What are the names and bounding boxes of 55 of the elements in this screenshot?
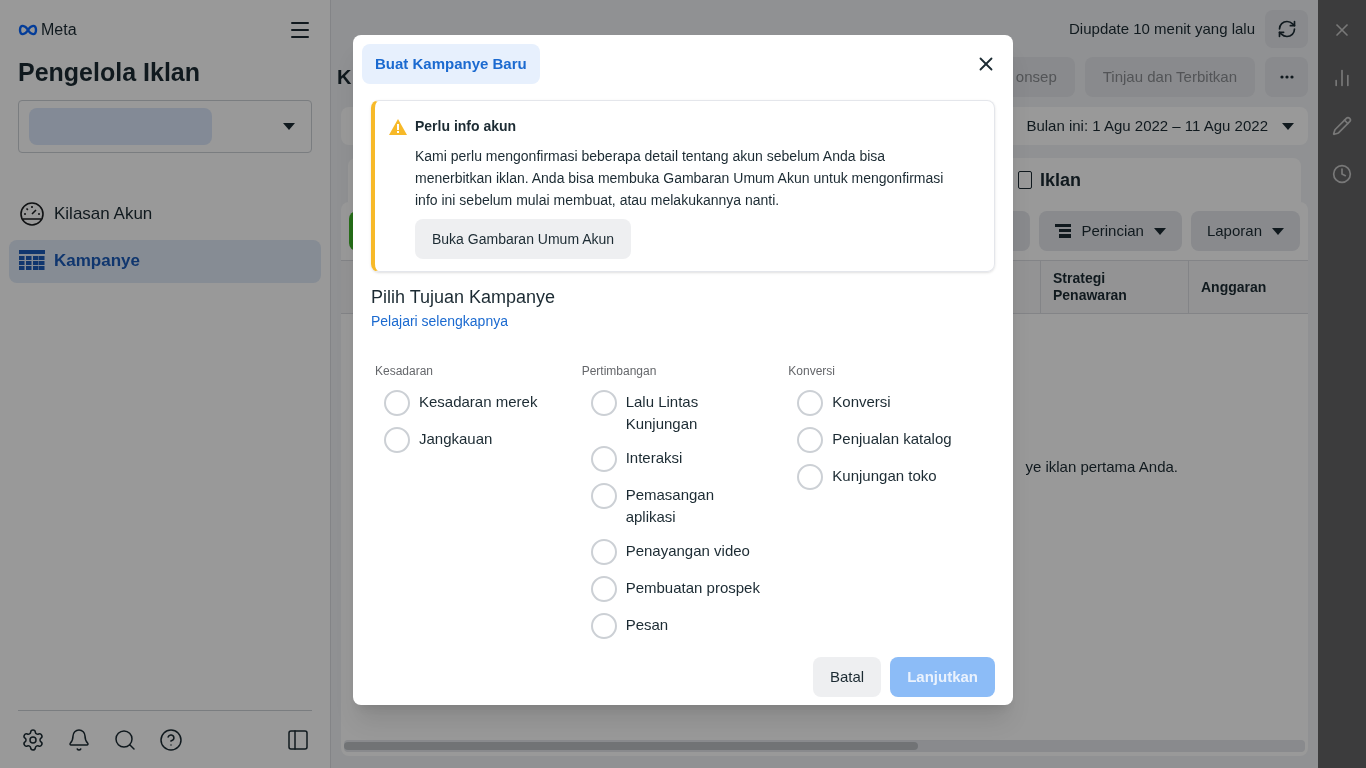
notice-title: Perlu info akun <box>415 117 517 136</box>
app-title: Pengelola Iklan <box>17 57 201 88</box>
objective-option[interactable]: Lalu Lintas Kunjungan <box>590 390 779 435</box>
breakdown-icon <box>1055 223 1072 239</box>
more-icon <box>1279 75 1294 79</box>
page-title: K <box>337 65 352 90</box>
notification-bell-icon[interactable] <box>67 727 91 752</box>
objective-option[interactable]: Pembuatan prospek <box>590 576 779 602</box>
brand-name: Meta <box>41 20 77 40</box>
pencil-icon[interactable] <box>1332 116 1352 136</box>
toolbar-dropdown[interactable]: Perincian <box>1039 211 1182 251</box>
objective-option[interactable]: Interaksi <box>590 446 779 472</box>
clock-icon[interactable] <box>1332 164 1352 184</box>
objective-option[interactable]: Jangkauan <box>384 427 572 453</box>
level-tab[interactable]: Iklan <box>1017 166 1081 194</box>
help-icon[interactable] <box>159 727 183 752</box>
notice-body: Kami perlu mengonfirmasi beberapa detail tentang akun sebelum Anda bisa menerbitkan iklan. Anda bisa membuka Gambaran Umum Akun untuk mengonfirmasi info ini sebelum mulai membuat, atau melakukannya nanti. <box>415 147 945 210</box>
caret-icon <box>1153 227 1166 235</box>
column-header[interactable]: Anggaran <box>1188 261 1308 313</box>
scrollbar-thumb[interactable] <box>344 742 918 750</box>
objective-option[interactable]: Kunjungan toko <box>797 464 985 490</box>
group-label: Kesadaran <box>375 363 435 380</box>
section-heading: Pilih Tujuan Kampanye <box>371 286 557 309</box>
refresh-button[interactable] <box>1265 10 1308 48</box>
dialog-tab[interactable]: Buat Kampanye Baru <box>362 44 540 84</box>
objective-option[interactable]: Pesan <box>590 613 779 639</box>
refresh-icon <box>1276 19 1297 39</box>
cancel-button[interactable]: Batal <box>812 657 882 697</box>
ad-icon <box>1017 171 1032 189</box>
objective-option[interactable]: Penayangan video <box>590 539 779 565</box>
objective-option[interactable]: Penjualan katalog <box>797 427 985 453</box>
gauge-icon <box>19 201 45 227</box>
search-icon[interactable] <box>113 727 137 752</box>
nav-item[interactable]: Kilasan Akun <box>9 192 321 236</box>
table-icon <box>19 250 45 272</box>
update-status: Diupdate 10 menit yang lalu <box>1069 18 1255 39</box>
empty-message: ye iklan pertama Anda. <box>1025 457 1178 477</box>
group-label: Konversi <box>788 363 836 380</box>
column-header[interactable]: Strategi Penawaran <box>1040 261 1188 313</box>
group-label: Pertimbangan <box>581 363 658 380</box>
warning-icon <box>389 118 407 135</box>
account-overview-button[interactable]: Buka Gambaran Umum Akun <box>415 219 632 259</box>
objective-option[interactable]: Konversi <box>797 390 985 416</box>
learn-more-link[interactable]: Pelajari selengkapnya <box>371 311 508 332</box>
objective-option[interactable]: Pemasangan aplikasi <box>590 483 779 528</box>
bar-chart-icon[interactable] <box>1332 68 1352 88</box>
caret-icon <box>283 122 295 130</box>
date-range-dropdown[interactable]: Bulan ini: 1 Agu 2022 – 11 Agu 2022 <box>1026 114 1294 138</box>
infinity-logo-icon <box>18 24 38 36</box>
objective-option[interactable]: Kesadaran merek <box>384 390 572 416</box>
caret-icon <box>1282 122 1294 130</box>
panel-toggle-icon[interactable] <box>286 727 310 752</box>
toolbar-dropdown[interactable]: Laporan <box>1190 211 1300 251</box>
caret-icon <box>1272 227 1284 235</box>
settings-icon[interactable] <box>21 727 45 752</box>
